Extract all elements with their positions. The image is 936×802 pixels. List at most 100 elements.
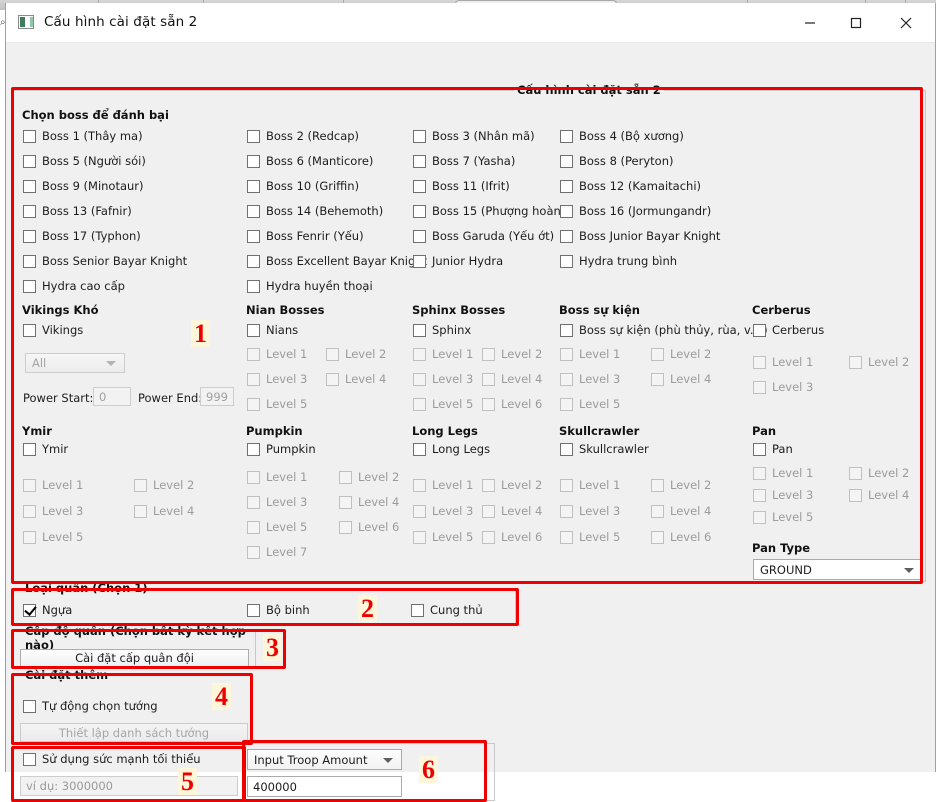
checkbox-event-level[interactable]: Level 3 xyxy=(560,373,620,386)
hero-list-setup-button[interactable]: Thiết lập danh sách tướng xyxy=(20,723,248,742)
checkbox-skullcrawler-level[interactable]: Level 3 xyxy=(560,505,620,518)
checkbox-nian-level[interactable]: Level 5 xyxy=(247,398,307,411)
checkbox-boss[interactable]: Boss 1 (Thây ma) xyxy=(23,130,143,143)
maximize-icon[interactable] xyxy=(833,3,879,42)
checkbox-pumpkin-level[interactable]: Level 7 xyxy=(247,546,307,559)
checkbox-nian-level[interactable]: Level 4 xyxy=(326,373,386,386)
checkbox-nians[interactable]: Nians xyxy=(247,324,298,337)
checkbox-pan-level[interactable]: Level 3 xyxy=(753,489,813,502)
troop-level-settings-button[interactable]: Cài đặt cấp quân đội xyxy=(20,649,249,667)
checkbox-longlegs-level[interactable]: Level 3 xyxy=(413,505,473,518)
checkbox-boss[interactable]: Boss 16 (Jormungandr) xyxy=(560,205,711,218)
checkbox-sphinx-level[interactable]: Level 5 xyxy=(413,398,473,411)
checkbox-boss[interactable]: Boss 17 (Typhon) xyxy=(23,230,141,243)
checkbox-event-level[interactable]: Level 5 xyxy=(560,398,620,411)
checkbox-sphinx-level[interactable]: Level 4 xyxy=(482,373,542,386)
checkbox-pumpkin-level[interactable]: Level 2 xyxy=(339,471,399,484)
checkbox-boss[interactable]: Boss 12 (Kamaitachi) xyxy=(560,180,701,193)
troop-amount-input[interactable]: 400000 xyxy=(247,776,402,797)
min-power-input[interactable]: ví dụ: 3000000 xyxy=(20,776,238,796)
checkbox-pan-level[interactable]: Level 2 xyxy=(849,467,909,480)
checkbox-boss[interactable]: Boss 8 (Peryton) xyxy=(560,155,673,168)
checkbox-longlegs-level[interactable]: Level 4 xyxy=(482,505,542,518)
checkbox-skullcrawler-level[interactable]: Level 2 xyxy=(651,479,711,492)
checkbox-boss[interactable]: Boss 14 (Behemoth) xyxy=(247,205,383,218)
checkbox-pumpkin[interactable]: Pumpkin xyxy=(247,443,316,456)
checkbox-boss[interactable]: Boss 15 (Phượng hoàng) xyxy=(413,205,573,218)
checkbox-boss[interactable]: Boss 11 (Ifrit) xyxy=(413,180,510,193)
checkbox-boss[interactable]: Boss 13 (Fafnir) xyxy=(23,205,132,218)
checkbox-pumpkin-level[interactable]: Level 6 xyxy=(339,521,399,534)
vikings-filter-combo[interactable]: All xyxy=(25,353,125,373)
checkbox-longlegs-level[interactable]: Level 2 xyxy=(482,479,542,492)
checkbox-longlegs[interactable]: Long Legs xyxy=(413,443,490,456)
checkbox-sphinx-level[interactable]: Level 2 xyxy=(482,348,542,361)
checkbox-pumpkin-level[interactable]: Level 1 xyxy=(247,471,307,484)
checkbox-pumpkin-level[interactable]: Level 4 xyxy=(339,496,399,509)
checkbox-pan-level[interactable]: Level 4 xyxy=(849,489,909,502)
checkbox-auto-select-hero[interactable]: Tự động chọn tướng xyxy=(23,700,158,713)
troop-amount-mode-combo[interactable]: Input Troop Amount xyxy=(247,749,402,770)
checkbox-boss[interactable]: Boss Junior Bayar Knight xyxy=(560,230,720,243)
checkbox-ymir-level[interactable]: Level 3 xyxy=(23,505,83,518)
checkbox-troop-archer[interactable]: Cung thủ xyxy=(411,604,483,617)
checkbox-boss[interactable]: Hydra trung bình xyxy=(560,255,677,268)
checkbox-cerberus-level[interactable]: Level 2 xyxy=(849,356,909,369)
checkbox-sphinx-level[interactable]: Level 3 xyxy=(413,373,473,386)
close-icon[interactable] xyxy=(883,3,929,42)
checkbox-sphinx[interactable]: Sphinx xyxy=(413,324,471,337)
checkbox-skullcrawler-level[interactable]: Level 5 xyxy=(560,531,620,544)
checkbox-pan[interactable]: Pan xyxy=(753,443,793,456)
checkbox-boss[interactable]: Hydra huyền thoại xyxy=(247,280,373,293)
checkbox-event-level[interactable]: Level 4 xyxy=(651,373,711,386)
checkbox-troop-infantry[interactable]: Bộ binh xyxy=(247,604,310,617)
checkbox-boss[interactable]: Boss 6 (Manticore) xyxy=(247,155,373,168)
checkbox-sphinx-level[interactable]: Level 6 xyxy=(482,398,542,411)
checkbox-skullcrawler-level[interactable]: Level 1 xyxy=(560,479,620,492)
checkbox-longlegs-level[interactable]: Level 5 xyxy=(413,531,473,544)
checkbox-boss[interactable]: Boss Excellent Bayar Knight xyxy=(247,255,427,268)
checkbox-boss[interactable]: Boss 2 (Redcap) xyxy=(247,130,359,143)
checkbox-ymir-level[interactable]: Level 2 xyxy=(134,479,194,492)
checkbox-longlegs-level[interactable]: Level 1 xyxy=(413,479,473,492)
checkbox-boss[interactable]: Boss 7 (Yasha) xyxy=(413,155,515,168)
checkbox-pan-level[interactable]: Level 1 xyxy=(753,467,813,480)
minimize-icon[interactable] xyxy=(787,3,833,42)
checkbox-skullcrawler-level[interactable]: Level 6 xyxy=(651,531,711,544)
checkbox-nian-level[interactable]: Level 2 xyxy=(326,348,386,361)
checkbox-cerberus-level[interactable]: Level 1 xyxy=(753,356,813,369)
checkbox-event-level[interactable]: Level 1 xyxy=(560,348,620,361)
checkbox-boss[interactable]: Hydra cao cấp xyxy=(23,280,125,293)
checkbox-boss[interactable]: Junior Hydra xyxy=(413,255,503,268)
window-titlebar[interactable]: Cấu hình cài đặt sẵn 2 xyxy=(6,3,935,43)
checkbox-use-min-power[interactable]: Sử dụng sức mạnh tối thiểu xyxy=(23,753,201,766)
checkbox-boss[interactable]: Boss 4 (Bộ xương) xyxy=(560,130,684,143)
checkbox-vikings[interactable]: Vikings xyxy=(23,324,83,337)
checkbox-boss[interactable]: Boss Senior Bayar Knight xyxy=(23,255,187,268)
checkbox-ymir[interactable]: Ymir xyxy=(23,443,68,456)
checkbox-ymir-level[interactable]: Level 4 xyxy=(134,505,194,518)
checkbox-boss[interactable]: Boss 5 (Người sói) xyxy=(23,155,146,168)
checkbox-boss[interactable]: Boss 3 (Nhân mã) xyxy=(413,130,535,143)
checkbox-cerberus[interactable]: Cerberus xyxy=(753,324,824,337)
power-end-input[interactable]: 999 xyxy=(200,387,234,406)
checkbox-pan-level[interactable]: Level 5 xyxy=(753,511,813,524)
checkbox-pumpkin-level[interactable]: Level 5 xyxy=(247,521,307,534)
checkbox-nian-level[interactable]: Level 3 xyxy=(247,373,307,386)
power-start-input[interactable]: 0 xyxy=(93,387,131,406)
checkbox-skullcrawler-level[interactable]: Level 4 xyxy=(651,505,711,518)
checkbox-skullcrawler[interactable]: Skullcrawler xyxy=(560,443,649,456)
checkbox-cerberus-level[interactable]: Level 3 xyxy=(753,381,813,394)
checkbox-pumpkin-level[interactable]: Level 3 xyxy=(247,496,307,509)
checkbox-ymir-level[interactable]: Level 5 xyxy=(23,531,83,544)
checkbox-boss[interactable]: Boss 10 (Griffin) xyxy=(247,180,359,193)
checkbox-nian-level[interactable]: Level 1 xyxy=(247,348,307,361)
checkbox-sphinx-level[interactable]: Level 1 xyxy=(413,348,473,361)
checkbox-boss[interactable]: Boss Fenrir (Yếu) xyxy=(247,230,364,243)
checkbox-event-boss[interactable]: Boss sự kiện (phù thủy, rùa, v.v.) xyxy=(560,324,768,337)
checkbox-troop-cavalry[interactable]: Ngựa xyxy=(23,604,72,617)
checkbox-event-level[interactable]: Level 2 xyxy=(651,348,711,361)
checkbox-boss[interactable]: Boss 9 (Minotaur) xyxy=(23,180,144,193)
pan-type-combo[interactable]: GROUND xyxy=(753,559,923,580)
checkbox-longlegs-level[interactable]: Level 6 xyxy=(482,531,542,544)
